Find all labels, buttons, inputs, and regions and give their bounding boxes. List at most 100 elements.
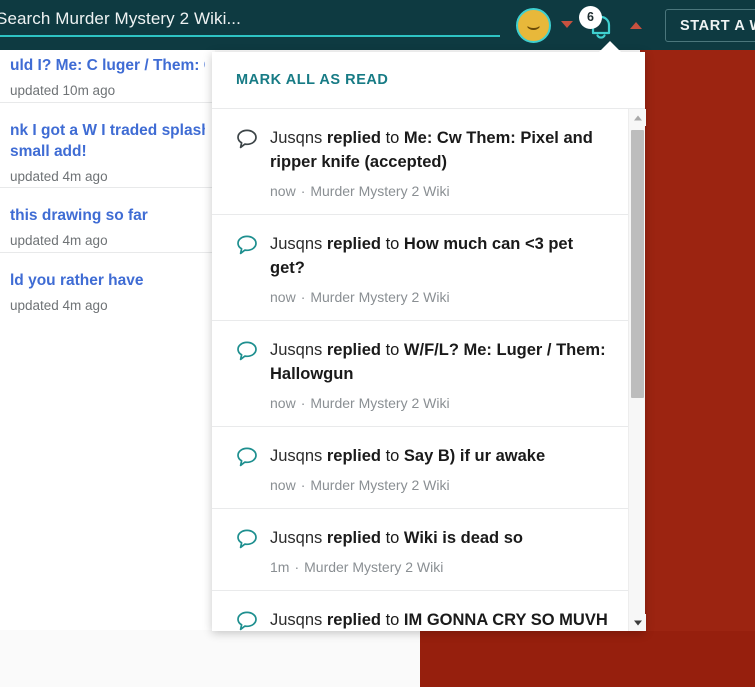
avatar-face-icon: ⌣: [526, 13, 541, 39]
post-title[interactable]: nk I got a W I traded splash gu: [10, 120, 205, 141]
notification-actor[interactable]: Jusqns: [270, 235, 327, 253]
notification-timestamp: now: [270, 289, 296, 305]
notification-bell-button[interactable]: 6: [579, 6, 619, 44]
list-item[interactable]: ld you rather have updated 4m ago: [0, 270, 215, 316]
notification-item[interactable]: Jusqns replied to Me: Cw Them: Pixel and…: [212, 109, 628, 215]
notification-item[interactable]: Jusqns replied to W/F/L? Me: Luger / The…: [212, 321, 628, 427]
notification-meta: 1m · Murder Mystery 2 Wiki: [270, 559, 612, 575]
divider: [0, 187, 215, 188]
notification-verb: replied: [326, 529, 381, 547]
notification-wiki-name[interactable]: Murder Mystery 2 Wiki: [310, 183, 449, 199]
post-updated-time: updated 10m ago: [10, 83, 116, 98]
avatar[interactable]: ⌣: [516, 8, 551, 43]
top-header-bar: ⌣ 6 START A W: [0, 0, 755, 50]
notification-subject[interactable]: Say B) if ur awake: [404, 447, 545, 465]
post-updated-time: updated 4m ago: [10, 169, 108, 184]
dropdown-scrollbar[interactable]: [628, 109, 646, 631]
scrollbar-thumb[interactable]: [631, 130, 644, 398]
list-item[interactable]: uld I? Me: C luger / Them: C las updated …: [0, 55, 215, 101]
notification-verb: replied: [326, 341, 381, 359]
notification-text: Jusqns replied to Say B) if ur awake: [270, 444, 612, 468]
divider: [0, 102, 215, 103]
meta-separator-dot: ·: [300, 477, 306, 493]
meta-separator-dot: ·: [300, 395, 306, 411]
meta-separator-dot: ·: [300, 289, 306, 305]
notification-timestamp: 1m: [270, 559, 290, 575]
notification-item[interactable]: Jusqns replied to Say B) if ur awake now ·…: [212, 427, 628, 509]
notification-meta: now · Murder Mystery 2 Wiki: [270, 183, 612, 199]
post-updated-time: updated 4m ago: [10, 233, 108, 248]
caret-down-icon[interactable]: [561, 21, 573, 28]
post-updated-time: updated 4m ago: [10, 298, 108, 313]
post-title[interactable]: uld I? Me: C luger / Them: C las: [10, 55, 205, 76]
notification-text: Jusqns replied to Wiki is dead so: [270, 526, 612, 550]
notification-text: Jusqns replied to Me: Cw Them: Pixel and…: [270, 126, 612, 174]
search-box[interactable]: [0, 6, 500, 44]
notification-preposition: to: [380, 235, 404, 253]
notification-wiki-name[interactable]: Murder Mystery 2 Wiki: [310, 289, 449, 305]
post-title-line2[interactable]: small add!: [10, 141, 205, 162]
dropdown-header: MARK ALL AS READ: [212, 52, 645, 109]
notification-preposition: to: [380, 129, 404, 147]
notification-timestamp: now: [270, 477, 296, 493]
notification-item[interactable]: Jusqns replied to IM GONNA CRY SO MUVH: [212, 591, 628, 631]
notification-body: Jusqns replied to Say B) if ur awake now ·…: [270, 444, 612, 493]
comment-bubble-icon: [236, 232, 270, 305]
notification-body: Jusqns replied to W/F/L? Me: Luger / The…: [270, 338, 612, 411]
notification-actor[interactable]: Jusqns: [270, 447, 327, 465]
notification-verb: replied: [326, 235, 381, 253]
list-item[interactable]: this drawing so far updated 4m ago: [0, 205, 215, 251]
notification-body: Jusqns replied to Me: Cw Them: Pixel and…: [270, 126, 612, 199]
notification-body: Jusqns replied to How much can <3 pet ge…: [270, 232, 612, 305]
page-root: uld I? Me: C luger / Them: C las updated …: [0, 0, 755, 687]
scroll-down-arrow-icon[interactable]: [629, 614, 646, 631]
comment-bubble-icon: [236, 444, 270, 493]
notification-text: Jusqns replied to IM GONNA CRY SO MUVH: [270, 608, 612, 631]
notification-subject[interactable]: IM GONNA CRY SO MUVH: [404, 611, 608, 629]
notification-preposition: to: [380, 341, 404, 359]
meta-separator-dot: ·: [294, 559, 300, 575]
notification-verb: replied: [326, 129, 381, 147]
notification-body: Jusqns replied to IM GONNA CRY SO MUVH: [270, 608, 612, 631]
notification-preposition: to: [380, 529, 404, 547]
notifications-dropdown: MARK ALL AS READ Jusqns replied to Me: C…: [212, 52, 646, 631]
mark-all-as-read-button[interactable]: MARK ALL AS READ: [236, 72, 388, 88]
notification-actor[interactable]: Jusqns: [270, 529, 327, 547]
post-list-column: uld I? Me: C luger / Them: C las updated …: [0, 50, 215, 630]
notification-preposition: to: [380, 447, 404, 465]
notification-actor[interactable]: Jusqns: [270, 129, 327, 147]
start-a-wiki-button[interactable]: START A W: [665, 9, 755, 42]
content-block-red-right: [640, 50, 755, 687]
notification-actor[interactable]: Jusqns: [270, 611, 327, 629]
caret-up-icon[interactable]: [630, 22, 642, 29]
meta-separator-dot: ·: [300, 183, 306, 199]
notification-text: Jusqns replied to W/F/L? Me: Luger / The…: [270, 338, 612, 386]
notification-list: Jusqns replied to Me: Cw Them: Pixel and…: [212, 109, 645, 631]
notification-timestamp: now: [270, 395, 296, 411]
notification-meta: now · Murder Mystery 2 Wiki: [270, 289, 612, 305]
notification-preposition: to: [380, 611, 404, 629]
scroll-up-arrow-icon[interactable]: [629, 109, 646, 126]
notification-badge-count: 6: [579, 6, 602, 29]
notification-subject[interactable]: Wiki is dead so: [404, 529, 523, 547]
notification-body: Jusqns replied to Wiki is dead so 1m · Murd…: [270, 526, 612, 575]
notification-item[interactable]: Jusqns replied to How much can <3 pet ge…: [212, 215, 628, 321]
comment-bubble-icon: [236, 126, 270, 199]
notification-wiki-name[interactable]: Murder Mystery 2 Wiki: [310, 477, 449, 493]
post-title[interactable]: ld you rather have: [10, 270, 205, 291]
content-block-red-bottom: [420, 631, 755, 687]
notification-meta: now · Murder Mystery 2 Wiki: [270, 395, 612, 411]
notification-wiki-name[interactable]: Murder Mystery 2 Wiki: [304, 559, 443, 575]
notification-verb: replied: [326, 611, 381, 629]
notification-meta: now · Murder Mystery 2 Wiki: [270, 477, 612, 493]
notification-verb: replied: [326, 447, 381, 465]
comment-bubble-icon: [236, 526, 270, 575]
post-title[interactable]: this drawing so far: [10, 205, 205, 226]
search-input[interactable]: [0, 6, 500, 37]
dropdown-pointer-triangle: [598, 41, 622, 53]
notification-wiki-name[interactable]: Murder Mystery 2 Wiki: [310, 395, 449, 411]
notification-actor[interactable]: Jusqns: [270, 341, 327, 359]
notification-item[interactable]: Jusqns replied to Wiki is dead so 1m · Murd…: [212, 509, 628, 591]
list-item[interactable]: nk I got a W I traded splash gusmall add…: [0, 120, 215, 187]
divider: [0, 252, 215, 253]
